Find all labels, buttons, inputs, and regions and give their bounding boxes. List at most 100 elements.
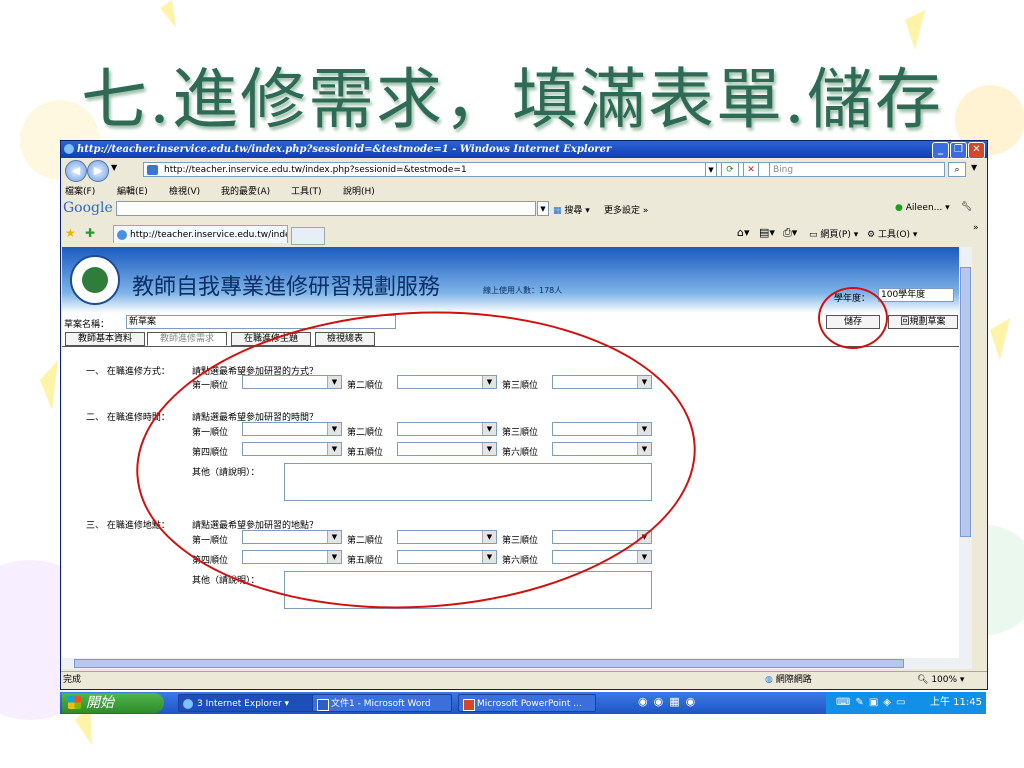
quick-launch-icons[interactable]: ◉◉▦◉	[638, 695, 701, 708]
s2-rank3-select[interactable]: ▼	[552, 422, 652, 436]
online-count: 線上使用人數：178人	[483, 286, 563, 295]
stop-button[interactable]: ✕	[743, 162, 759, 177]
tools-menu[interactable]: ⚙ 工具(O) ▾	[867, 227, 917, 240]
search-icon[interactable]: ⌕	[948, 162, 966, 177]
task-word[interactable]: 文件1 - Microsoft Word	[312, 694, 452, 712]
draft-name-input[interactable]: 新草案	[126, 315, 396, 329]
s3-rank2-select[interactable]: ▼	[397, 530, 497, 544]
s2-rank6-select[interactable]: ▼	[552, 442, 652, 456]
search-input[interactable]: Bing	[769, 162, 945, 177]
menu-favorites[interactable]: 我的最愛(A)	[221, 184, 270, 197]
clock: 上午 11:45	[930, 697, 982, 708]
powerpoint-icon	[463, 699, 475, 711]
feeds-icon[interactable]: ▤▾	[759, 226, 775, 239]
google-user-menu[interactable]: ● Aileen... ▾	[895, 203, 950, 213]
horizontal-scroll-thumb[interactable]	[74, 659, 904, 668]
s3-other-textarea[interactable]	[284, 571, 652, 609]
browser-tab[interactable]: http://teacher.inservice.edu.tw/index.ph…	[113, 225, 288, 243]
s3-rank3-select[interactable]: ▼	[552, 530, 652, 544]
new-tab-button[interactable]	[291, 227, 325, 245]
vertical-scroll-thumb[interactable]	[960, 267, 971, 537]
s3-rank1-label: 第一順位	[192, 536, 229, 546]
s1-rank1-select[interactable]: ▼	[242, 375, 342, 389]
back-button[interactable]: ◀	[65, 160, 87, 182]
taskbar: 開始 3 Internet Explorer ▾ 文件1 - Microsoft…	[60, 692, 986, 714]
menu-help[interactable]: 說明(H)	[343, 184, 375, 197]
google-more-settings[interactable]: 更多設定 »	[604, 203, 648, 216]
system-tray: ⌨✎▣◈▭ 上午 11:45	[826, 692, 986, 714]
google-search-input[interactable]	[116, 201, 536, 216]
tab-summary[interactable]: 檢視總表	[315, 332, 375, 346]
horizontal-scrollbar[interactable]	[62, 658, 959, 669]
tab-teacher-needs[interactable]: 教師進修需求	[147, 332, 227, 346]
vertical-scrollbar[interactable]	[959, 247, 972, 669]
s2-rank2-select[interactable]: ▼	[397, 422, 497, 436]
s3-rank1-select[interactable]: ▼	[242, 530, 342, 544]
status-bar: 完成 ◍ 網際網路 🔍︎ 100% ▾	[61, 671, 987, 688]
internet-zone: ◍ 網際網路	[765, 675, 812, 685]
tab-training-topics[interactable]: 在職進修主題	[231, 332, 311, 346]
favorites-star-icon[interactable]: ★	[65, 226, 76, 240]
s3-rank4-select[interactable]: ▼	[242, 550, 342, 564]
task-powerpoint[interactable]: Microsoft PowerPoint ...	[458, 694, 596, 712]
s2-rank1-select[interactable]: ▼	[242, 422, 342, 436]
s3-rank3-label: 第三順位	[502, 536, 539, 546]
maximize-button[interactable]: ❐	[950, 142, 967, 159]
page-content: 教師自我專業進修研習規劃服務 線上使用人數：178人 學年度： 100學年度 草…	[62, 247, 959, 669]
chevron-icon[interactable]: »	[973, 223, 979, 233]
history-dropdown-icon[interactable]: ▼	[111, 163, 117, 172]
print-icon[interactable]: ⎙▾	[783, 226, 797, 240]
google-dropdown-button[interactable]: ▼	[537, 201, 549, 216]
s2-other-textarea[interactable]	[284, 463, 652, 501]
ministry-logo	[70, 255, 120, 305]
page-icon	[147, 165, 158, 175]
s3-rank5-select[interactable]: ▼	[397, 550, 497, 564]
ie-task-icon	[183, 699, 193, 709]
add-favorites-icon[interactable]: ✚	[85, 226, 95, 240]
s1-rank2-label: 第二順位	[347, 381, 384, 391]
address-input[interactable]: http://teacher.inservice.edu.tw/index.ph…	[143, 162, 773, 177]
menu-view[interactable]: 檢視(V)	[169, 184, 200, 197]
s3-rank6-select[interactable]: ▼	[552, 550, 652, 564]
s1-rank2-select[interactable]: ▼	[397, 375, 497, 389]
status-dot-icon: ●	[895, 203, 903, 213]
minimize-button[interactable]: _	[932, 142, 949, 159]
save-button[interactable]: 儲存	[826, 315, 880, 329]
wrench-icon[interactable]: 🔧︎	[961, 202, 972, 212]
task-internet-explorer[interactable]: 3 Internet Explorer ▾	[178, 694, 316, 712]
ie-icon	[64, 144, 74, 154]
tab-ie-icon	[117, 230, 127, 240]
s2-rank4-label: 第四順位	[192, 448, 229, 458]
s1-rank3-select[interactable]: ▼	[552, 375, 652, 389]
year-select[interactable]: 100學年度	[878, 288, 954, 302]
menu-file[interactable]: 檔案(F)	[65, 184, 95, 197]
close-button[interactable]: ✕	[968, 142, 985, 159]
refresh-button[interactable]: ⟳	[721, 162, 739, 177]
s3-rank4-label: 第四順位	[192, 556, 229, 566]
globe-icon: ◍	[765, 675, 773, 685]
address-dropdown-button[interactable]: ▼	[705, 162, 717, 177]
tab-row: ★ ✚ http://teacher.inservice.edu.tw/inde…	[61, 223, 987, 245]
s1-rank3-label: 第三順位	[502, 381, 539, 391]
google-search-button[interactable]: ▦ 搜尋 ▾	[553, 203, 590, 216]
browser-window: http://teacher.inservice.edu.tw/index.ph…	[60, 140, 988, 690]
home-icon[interactable]: ⌂▾	[737, 226, 750, 239]
s1-rank1-label: 第一順位	[192, 381, 229, 391]
s2-rank5-select[interactable]: ▼	[397, 442, 497, 456]
menu-edit[interactable]: 編輯(E)	[117, 184, 148, 197]
page-menu[interactable]: ▭ 網頁(P) ▾	[809, 227, 858, 240]
tab-teacher-info[interactable]: 教師基本資料	[65, 332, 145, 346]
window-titlebar[interactable]: http://teacher.inservice.edu.tw/index.ph…	[61, 141, 987, 159]
forward-button[interactable]: ▶	[87, 160, 109, 182]
s2-rank3-label: 第三順位	[502, 428, 539, 438]
search-options-icon[interactable]: ▼	[971, 163, 977, 172]
start-button[interactable]: 開始	[62, 693, 164, 713]
s2-rank4-select[interactable]: ▼	[242, 442, 342, 456]
s3-other-label: 其他（請說明）：	[192, 576, 260, 586]
tray-icons[interactable]: ⌨✎▣◈▭	[836, 692, 910, 714]
back-to-drafts-button[interactable]: 回規劃草案	[888, 315, 958, 329]
google-toolbar: Google ▼ ▦ 搜尋 ▾ 更多設定 » ● Aileen... ▾ 🔧︎	[61, 199, 987, 219]
zoom-control[interactable]: 🔍︎ 100% ▾	[917, 672, 964, 688]
status-text: 完成	[63, 675, 82, 685]
menu-tools[interactable]: 工具(T)	[291, 184, 322, 197]
